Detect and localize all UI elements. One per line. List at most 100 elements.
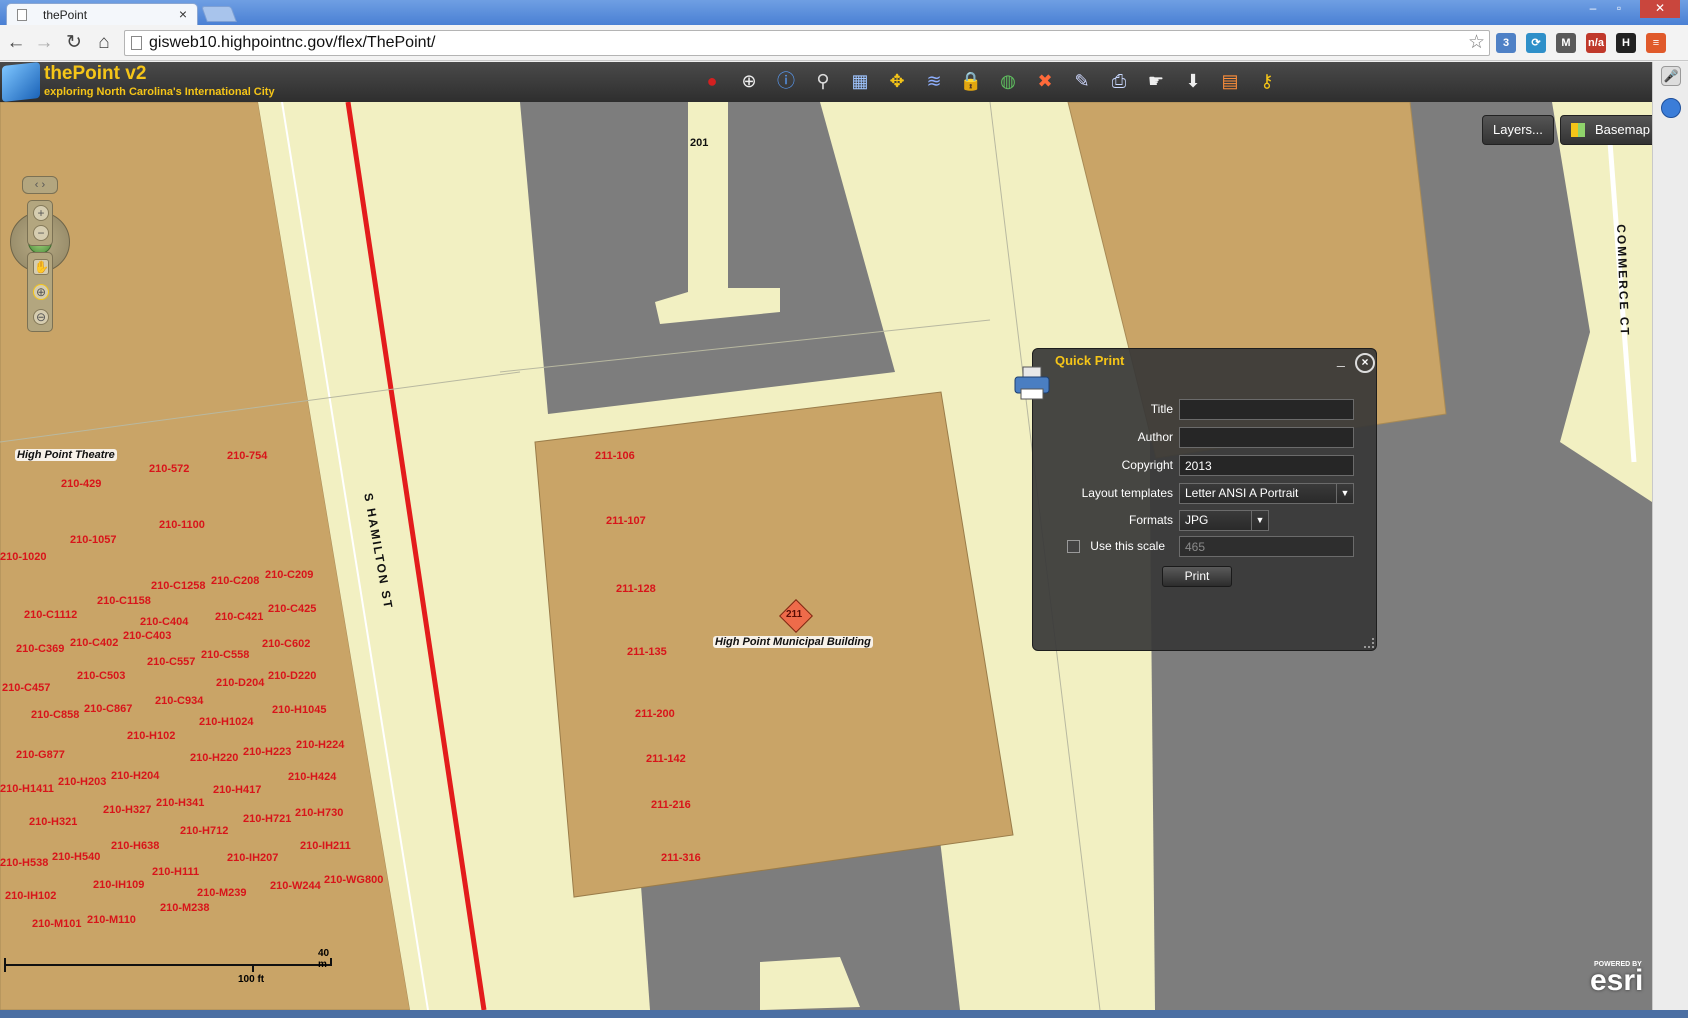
parcel-label: 210-IH109 [93,879,145,891]
basemap-button[interactable]: Basemap [1560,115,1652,145]
pan-hand-icon[interactable]: ✋ [33,259,49,275]
reload-button[interactable]: ↻ [62,31,86,55]
formats-select[interactable]: JPG ▼ [1179,510,1269,531]
parcel-label: 210-C858 [31,709,80,721]
parcel-label: 210-H102 [127,730,176,742]
map-view[interactable]: 211-106 211-107 211-128 211-135 211-200 211-1… [0,102,1652,1010]
parcel-label: 210-C1258 [151,580,206,592]
parcel-label: 210-C867 [84,703,133,715]
parcel-label: 210-H1045 [272,704,327,716]
parcel-label: 211-128 [616,583,656,595]
print-icon[interactable]: ⎙ [1105,67,1133,95]
formats-label: Formats [1128,513,1173,527]
parcel-label: 210-C402 [70,637,119,649]
pointer-icon[interactable]: ☛ [1142,67,1170,95]
window-minimize-button[interactable]: – [1580,0,1606,18]
sync-extension-icon[interactable]: ⟳ [1526,33,1546,53]
parcel-label: 210-H220 [190,752,239,764]
app-header: thePoint v2 exploring North Carolina's I… [0,62,1652,102]
parcel-label: 210-IH207 [227,852,279,864]
window-close-button[interactable]: ✕ [1640,0,1680,18]
parcel-label: 210-1100 [159,519,205,531]
parcel-label: 211-200 [635,708,675,720]
page-icon [131,36,142,50]
parcel-label: 210-H111 [152,866,200,878]
tab-title: thePoint [43,8,88,22]
back-button[interactable]: ← [4,31,28,55]
parcel-label: 210-C404 [140,616,189,628]
title-input[interactable] [1179,399,1354,420]
info-icon[interactable]: ⓘ [772,67,800,95]
report-icon[interactable]: ▤ [1216,67,1244,95]
directions-icon[interactable]: ✥ [883,67,911,95]
gmail-extension-icon[interactable]: M [1556,33,1576,53]
new-tab-button[interactable] [201,6,237,22]
dialog-resize-handle[interactable] [1364,638,1374,648]
browser-tab[interactable]: thePoint × [6,3,198,25]
sidebar-extension-icon[interactable] [1661,98,1681,118]
search-extension-icon[interactable]: 3 [1496,33,1516,53]
layout-templates-select[interactable]: Letter ANSI A Portrait ▼ [1179,483,1354,504]
parcel-label: 210-M239 [197,887,247,899]
binoculars-icon[interactable]: ⚲ [809,67,837,95]
parcel-label: 210-G877 [16,749,65,761]
forward-button[interactable]: → [32,31,56,55]
parcel-label: 210-H721 [243,813,292,825]
parcel-label: 210-C1158 [97,595,151,607]
parcel-label: 210-H730 [295,807,344,819]
parcel-label: 210-C369 [16,643,65,655]
chevron-down-icon: ▼ [1251,511,1268,530]
menu-extension-icon[interactable]: ≡ [1646,33,1666,53]
zoom-slider[interactable]: + − [27,200,53,246]
globe-icon[interactable]: ◍ [994,67,1022,95]
h-extension-icon[interactable]: H [1616,33,1636,53]
microphone-icon[interactable]: 🎤 [1661,66,1681,86]
parcel-label: 210-572 [149,463,190,475]
rss-extension-icon[interactable]: n/a [1586,33,1606,53]
page-favicon-icon [17,9,27,21]
copyright-label: Copyright [1121,458,1173,472]
building-number-label: 201 [690,137,709,149]
lock-icon[interactable]: 🔒 [957,67,985,95]
parcel-label: 210-IH102 [5,890,57,902]
copyright-input[interactable] [1179,455,1354,476]
parcel-label: 210-H204 [111,770,160,782]
layers-button[interactable]: Layers... [1482,115,1554,145]
parcel-label: 210-C403 [123,630,172,642]
measure-icon[interactable]: ✖ [1031,67,1059,95]
prev-next-extent-control[interactable]: ‹ › [22,176,58,194]
address-bar[interactable]: gisweb10.highpointnc.gov/flex/ThePoint/ … [124,30,1490,56]
parcel-label: 210-M101 [32,918,82,930]
app-title: thePoint v2 [44,63,147,84]
draw-icon[interactable]: ✎ [1068,67,1096,95]
parcel-label: 210-1020 [0,551,47,563]
crosshair-icon[interactable]: ⊕ [735,67,763,95]
zoom-in-button[interactable]: + [33,205,49,221]
map-tools-bar: ✋ ⊕ ⊖ [27,252,53,332]
home-button[interactable]: ⌂ [92,31,116,55]
record-icon[interactable]: ● [698,67,726,95]
parcel-label: 210-H538 [0,857,49,869]
parcel-label: 210-C934 [155,695,204,707]
tab-close-button[interactable]: × [179,6,187,22]
esri-logo: esri [1590,964,1644,997]
dialog-close-button[interactable]: × [1355,353,1375,373]
browser-tab-strip: thePoint × – ▫ ✕ [0,0,1688,25]
table-icon[interactable]: ▦ [846,67,874,95]
print-button[interactable]: Print [1162,566,1232,587]
parcel-label: 210-IH211 [300,840,351,852]
author-input[interactable] [1179,427,1354,448]
layers-stack-icon[interactable]: ≋ [920,67,948,95]
zoom-out-tool-icon[interactable]: ⊖ [33,309,49,325]
bookmark-star-icon[interactable]: ☆ [1468,31,1485,54]
os-taskbar [0,1010,1688,1018]
scale-input[interactable] [1179,536,1354,557]
zoom-in-tool-icon[interactable]: ⊕ [33,284,49,300]
window-restore-button[interactable]: ▫ [1606,0,1632,18]
place-label: High Point Theatre [15,449,117,461]
download-icon[interactable]: ⬇ [1179,67,1207,95]
printer-icon [1013,365,1053,401]
dialog-minimize-button[interactable]: _ [1337,351,1345,367]
key-icon[interactable]: ⚷ [1253,67,1281,95]
zoom-out-button[interactable]: − [33,225,49,241]
